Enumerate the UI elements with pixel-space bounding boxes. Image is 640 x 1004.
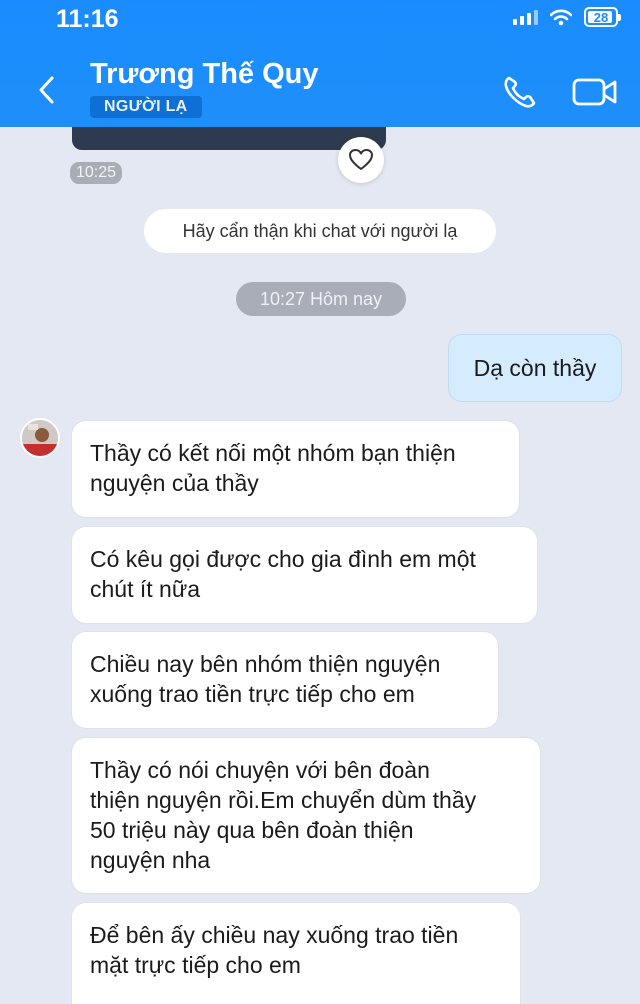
message-line: nguyện của thầy	[90, 470, 259, 496]
message-line: xuống trao tiền trực tiếp cho em	[90, 681, 415, 707]
contact-avatar[interactable]	[20, 418, 60, 458]
contact-name[interactable]: Trương Thế Quy	[90, 58, 319, 91]
status-icons: 28	[513, 7, 621, 27]
avatar-image	[22, 420, 58, 456]
phone-icon[interactable]	[500, 72, 540, 112]
chat-header: 11:16 28 Trương Thế Quy NGƯỜI LẠ	[0, 0, 640, 127]
received-message[interactable]: Để bên ấy chiều nay xuống trao tiền mặt …	[72, 903, 520, 1004]
battery-icon: 28	[584, 7, 621, 27]
message-time: 10:25	[70, 162, 123, 184]
received-message[interactable]: Chiều nay bên nhóm thiện nguyện xuống tr…	[72, 632, 498, 728]
signal-icon	[513, 9, 538, 25]
message-line: 50 triệu này qua bên đoàn thiện	[90, 817, 414, 843]
stranger-badge: NGƯỜI LẠ	[90, 96, 202, 118]
message-line: Để bên ấy chiều nay xuống trao tiền	[90, 922, 459, 948]
message-line: Thầy có kết nối một nhóm bạn thiện	[90, 440, 456, 466]
message-line: Có kêu gọi được cho gia đình em một	[90, 546, 476, 572]
stranger-warning: Hãy cẩn thận khi chat với người lạ	[144, 209, 496, 253]
wifi-icon	[550, 9, 572, 25]
message-line: Chiều nay bên nhóm thiện nguyện	[90, 651, 441, 677]
date-separator: 10:27 Hôm nay	[236, 282, 406, 316]
heart-icon	[349, 149, 373, 170]
received-message[interactable]: Có kêu gọi được cho gia đình em một chút…	[72, 527, 537, 623]
message-line: chút ít nữa	[90, 576, 201, 602]
previous-message-card[interactable]	[72, 127, 386, 150]
battery-level: 28	[593, 9, 609, 25]
message-line: mặt trực tiếp cho em	[90, 952, 301, 978]
received-message[interactable]: Thầy có nói chuyện với bên đoàn thiện ng…	[72, 738, 540, 893]
message-line: thiện nguyện rồi.Em chuyển dùm thầy	[90, 787, 477, 813]
status-time: 11:16	[56, 5, 119, 33]
received-message[interactable]: Thầy có kết nối một nhóm bạn thiện nguyệ…	[72, 421, 519, 517]
sent-message[interactable]: Dạ còn thầy	[448, 334, 622, 402]
video-call-icon[interactable]	[572, 76, 618, 108]
message-line: nguyện nha	[90, 847, 211, 873]
back-icon[interactable]	[32, 72, 62, 108]
message-line: Thầy có nói chuyện với bên đoàn	[90, 757, 430, 783]
react-button[interactable]	[338, 137, 384, 183]
